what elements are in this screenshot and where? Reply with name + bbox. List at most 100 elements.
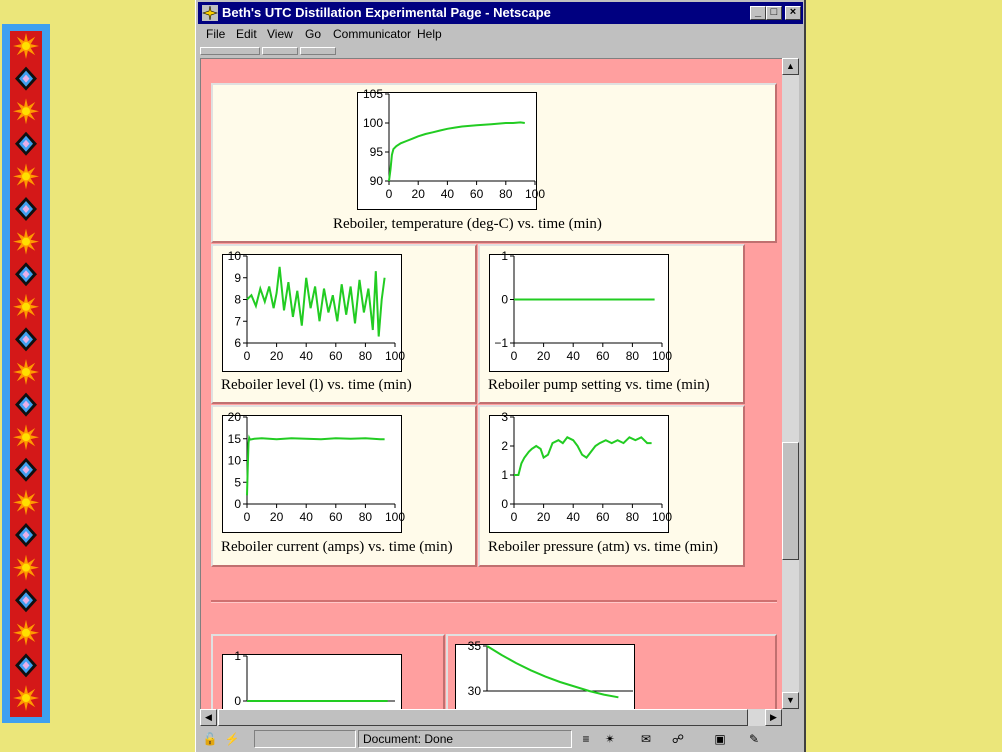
scroll-up-button[interactable]: ▲ (782, 58, 799, 75)
plug-icon[interactable]: ⚡ (224, 732, 240, 746)
progress-box (254, 730, 356, 748)
diamond-ornament (15, 588, 37, 613)
y-tick-label: 8 (234, 293, 241, 307)
y-tick-label: 3 (501, 410, 508, 424)
browser-window: Beth's UTC Distillation Experimental Pag… (195, 0, 806, 752)
decorative-border-strip (2, 24, 50, 723)
cell-bottom-right: 30 35 (446, 634, 777, 709)
x-tick-label: 0 (386, 187, 393, 201)
x-tick-label: 80 (626, 349, 640, 363)
caption-reboiler-pressure: Reboiler pressure (atm) vs. time (min) (488, 539, 718, 555)
vertical-scrollbar[interactable]: ▲ ▼ (782, 58, 799, 709)
menu-communicator[interactable]: Communicator (333, 27, 411, 41)
discussion-icon[interactable]: ☍ (670, 732, 686, 746)
x-tick-label: 80 (626, 510, 640, 524)
close-button[interactable]: × (785, 6, 801, 20)
x-tick-label: 0 (511, 510, 518, 524)
y-tick-label: 35 (468, 639, 482, 653)
x-tick-label: 80 (359, 510, 373, 524)
diamond-ornament (15, 392, 37, 417)
star-ornament (13, 619, 39, 646)
y-tick-label: 105 (363, 87, 383, 101)
menu-file[interactable]: File (206, 27, 225, 41)
star-ornament (13, 359, 39, 385)
cell-bottom-left: 01 (211, 634, 445, 709)
cell-reboiler-current: 0 5 10 15 20 0 20 40 60 80 100 Reboiler current (a… (211, 405, 477, 567)
y-tick-label: 0 (234, 497, 241, 511)
x-tick-label: 60 (470, 187, 484, 201)
chart-reboiler-pump: −1 0 1 0 20 40 60 80 100 (489, 249, 672, 374)
x-tick-label: 60 (596, 510, 610, 524)
composer-icon[interactable]: ▣ (712, 732, 728, 746)
x-tick-label: 60 (596, 349, 610, 363)
cell-reboiler-pressure: 0 1 2 3 0 20 40 60 80 100 Reboiler pressure (atm)… (478, 405, 745, 567)
x-tick-label: 100 (385, 510, 405, 524)
vertical-scroll-thumb[interactable] (782, 442, 799, 560)
horizontal-scroll-thumb[interactable] (218, 709, 748, 726)
x-tick-label: 60 (329, 510, 343, 524)
page-content: 90 95 100 105 0 20 40 60 80 100 Reboiler, tempera… (200, 58, 783, 709)
y-tick-label: −1 (494, 336, 508, 350)
x-tick-label: 20 (537, 510, 551, 524)
cell-reboiler-temperature: 90 95 100 105 0 20 40 60 80 100 Reboiler, tempera… (211, 83, 777, 243)
diamond-ornament (15, 653, 37, 678)
diamond-ornament (15, 262, 37, 287)
menu-go[interactable]: Go (305, 27, 321, 41)
status-bar: 🔓 ⚡ Document: Done ≡ ✴ ✉ ☍ ▣ ✎ (198, 728, 803, 750)
scroll-left-button[interactable]: ◀ (200, 709, 217, 726)
window-title: Beth's UTC Distillation Experimental Pag… (222, 5, 551, 20)
chart-reboiler-current: 0 5 10 15 20 0 20 40 60 80 100 (222, 410, 405, 535)
y-tick-label: 6 (234, 336, 241, 350)
menu-edit[interactable]: Edit (236, 27, 257, 41)
y-tick-label: 1 (234, 649, 241, 663)
x-tick-label: 0 (244, 349, 251, 363)
x-tick-label: 0 (244, 510, 251, 524)
status-text: Document: Done (363, 732, 454, 746)
toolbar-grip-location[interactable] (262, 47, 298, 55)
scroll-right-button[interactable]: ▶ (765, 709, 782, 726)
caption-reboiler-temperature: Reboiler, temperature (deg-C) vs. time (… (333, 216, 602, 232)
star-ornament (13, 424, 39, 451)
diamond-ornament (15, 457, 37, 482)
scroll-down-button[interactable]: ▼ (782, 692, 799, 709)
caption-reboiler-level: Reboiler level (l) vs. time (min) (221, 377, 412, 393)
x-tick-label: 80 (359, 349, 373, 363)
star-ornament (13, 293, 39, 320)
menu-view[interactable]: View (267, 27, 293, 41)
x-tick-label: 60 (329, 349, 343, 363)
star-ornament (13, 228, 39, 255)
navigator-icon[interactable]: ✴ (602, 732, 618, 746)
x-tick-label: 20 (412, 187, 426, 201)
menu-bar: File Edit View Go Communicator Help (198, 24, 803, 44)
star-ornament (13, 554, 39, 581)
netscape-app-icon (202, 5, 218, 21)
diamond-ornament (15, 523, 37, 547)
toolbar-grip-navigation[interactable] (200, 47, 260, 55)
toolbar-grip-personal[interactable] (300, 47, 336, 55)
star-diamond-pattern (13, 33, 39, 711)
y-tick-label: 10 (228, 249, 242, 263)
horizontal-scrollbar[interactable]: ◀ ▶ (200, 709, 782, 726)
security-icon[interactable]: ✎ (746, 732, 762, 746)
y-tick-label: 1 (501, 249, 508, 263)
minimize-button[interactable]: _ (750, 6, 766, 20)
y-tick-label: 5 (234, 475, 241, 489)
title-bar[interactable]: Beth's UTC Distillation Experimental Pag… (198, 2, 803, 24)
diamond-ornament (15, 131, 37, 156)
y-tick-label: 30 (468, 684, 482, 698)
mail-icon[interactable]: ✉ (638, 732, 654, 746)
x-tick-label: 40 (300, 510, 314, 524)
chart-bottom-left: 01 (222, 649, 402, 709)
y-tick-label: 9 (234, 271, 241, 285)
y-tick-label: 95 (370, 145, 384, 159)
cell-reboiler-level: 6 7 8 9 10 0 20 40 60 80 100 Reboiler level (l) vs… (211, 244, 477, 404)
y-tick-label: 1 (501, 468, 508, 482)
maximize-button[interactable]: □ (766, 6, 782, 20)
diamond-ornament (15, 327, 37, 352)
x-tick-label: 100 (652, 349, 672, 363)
y-tick-label: 100 (363, 116, 383, 130)
menu-help[interactable]: Help (417, 27, 442, 41)
x-tick-label: 40 (567, 349, 581, 363)
caption-reboiler-pump: Reboiler pump setting vs. time (min) (488, 377, 710, 393)
lock-icon[interactable]: 🔓 (202, 732, 218, 746)
